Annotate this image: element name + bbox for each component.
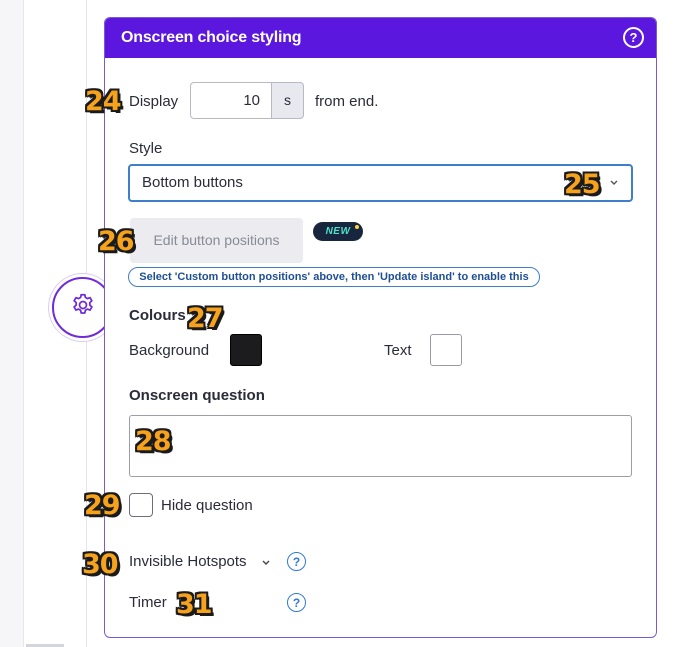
step-marker-26: 26 [98,226,135,257]
timer-label: Timer [129,594,167,611]
step-marker-24: 24 [85,86,122,117]
invisible-hotspots-toggle[interactable]: Invisible Hotspots [129,553,247,570]
timer-help-icon[interactable]: ? [287,593,306,612]
text-colour-swatch[interactable] [430,334,462,366]
edit-positions-hint: Select 'Custom button positions' above, … [128,267,540,287]
onscreen-question-heading: Onscreen question [129,387,265,404]
hide-question-label: Hide question [161,497,253,514]
step-marker-25: 25 [564,169,601,200]
style-label: Style [129,140,163,157]
background-colour-swatch[interactable] [230,334,262,366]
invisible-hotspots-help-icon[interactable]: ? [287,552,306,571]
step-marker-30: 30 [82,549,119,580]
left-sidebar-strip [0,0,24,647]
display-label: Display [129,93,179,110]
display-seconds-input[interactable]: 10 [190,82,271,119]
from-end-label: from end. [315,93,379,110]
chevron-down-icon [609,166,619,214]
step-marker-28: 28 [135,426,172,457]
gear-icon [70,292,96,323]
hide-question-checkbox[interactable] [129,493,153,517]
help-icon[interactable]: ? [623,27,644,48]
step-marker-29: 29 [84,490,121,521]
text-colour-label: Text [384,342,412,359]
panel-header: Onscreen choice styling ? [105,18,656,58]
style-select[interactable]: Bottom buttons [128,164,633,202]
edit-button-positions-button[interactable]: Edit button positions [130,218,303,263]
style-select-value: Bottom buttons [142,174,243,191]
new-badge: NEW [313,222,363,241]
step-marker-27: 27 [187,303,224,334]
onscreen-question-textarea[interactable] [129,415,632,477]
panel-title: Onscreen choice styling [121,29,302,46]
seconds-unit: s [271,82,304,119]
colours-heading: Colours [129,307,186,324]
background-colour-label: Background [129,342,210,359]
chevron-down-icon[interactable] [261,552,271,577]
step-marker-31: 31 [176,589,213,620]
